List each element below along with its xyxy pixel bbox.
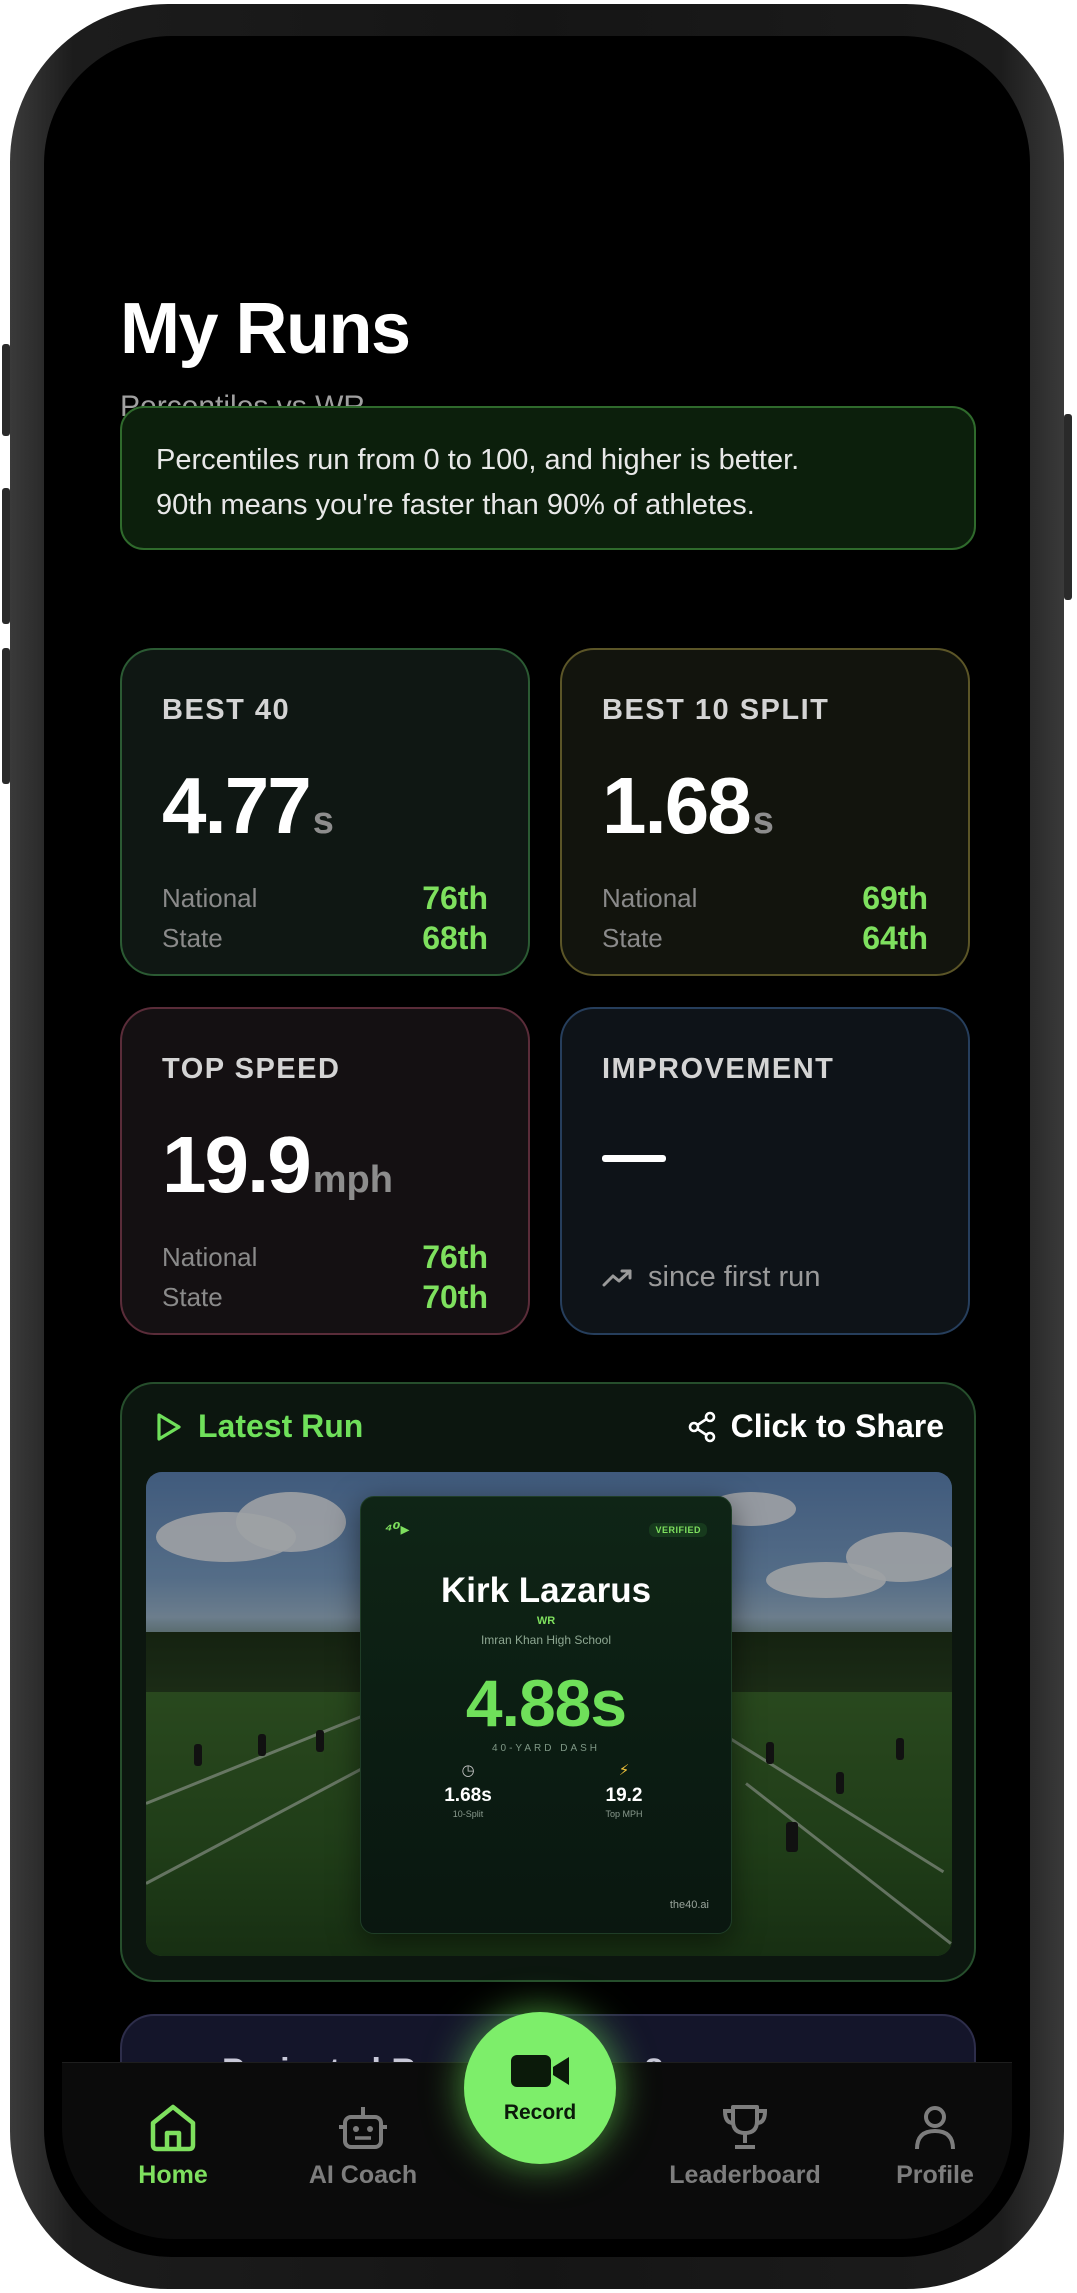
latest-run-title: Latest Run [198,1408,364,1444]
share-button[interactable]: Click to Share [687,1408,944,1445]
tab-profile[interactable]: Profile [860,2099,1010,2190]
state-label: State [162,922,223,953]
stat-value: 4.77s [162,761,334,850]
clock-icon: ◷ [461,1762,475,1779]
volume-up-button [2,488,10,624]
state-percentile: 68th [422,919,488,956]
screen: My Runs Percentiles vs WR Percentiles ru… [62,54,1012,2239]
split-stat: ◷ 1.68s 10-Split [413,1761,523,1819]
mph-value: 19.2 [605,1785,643,1806]
latest-run-card: Latest Run Click to Share ⁴⁰▸ VERIFIED K… [120,1382,976,1982]
stat-card-top-speed[interactable]: TOP SPEED 19.9mph National 76th State 70th [120,1007,530,1335]
bezel: My Runs Percentiles vs WR Percentiles ru… [44,36,1030,2257]
robot-icon [339,2107,387,2149]
info-line-1: Percentiles run from 0 to 100, and highe… [156,444,800,476]
stat-label: BEST 40 [162,694,291,726]
stat-label: IMPROVEMENT [602,1053,835,1085]
stat-card-best-10-split[interactable]: BEST 10 SPLIT 1.68s National 69th State 64… [560,648,970,976]
national-label: National [602,882,698,913]
athlete-name: Kirk Lazarus [440,1571,652,1610]
share-label: Click to Share [730,1408,944,1444]
tab-home[interactable]: Home [98,2099,248,2190]
mph-stat: ⚡ 19.2 Top MPH [569,1761,679,1819]
athlete-position: WR [536,1615,556,1627]
latest-run-thumbnail[interactable]: ⁴⁰▸ VERIFIED Kirk Lazarus WR Imran Khan … [146,1472,952,1956]
power-button [1064,414,1072,600]
stat-value: 19.9mph [162,1120,393,1209]
latest-run-header[interactable]: Latest Run [156,1408,363,1445]
split-label: 10-Split [452,1809,484,1819]
national-percentile: 76th [422,879,488,916]
empty-value-dash [602,1155,666,1162]
stat-card-best-40[interactable]: BEST 40 4.77s National 76th State 68th [120,648,530,976]
trophy-icon [722,2105,768,2149]
person-icon [915,2106,955,2150]
improvement-caption: since first run [602,1261,820,1294]
trending-up-icon [602,1269,632,1286]
stat-unit: s [752,800,774,842]
play-icon [157,1412,181,1441]
info-line-2: 90th means you're faster than 90% of ath… [156,489,755,521]
tab-leaderboard[interactable]: Leaderboard [669,2099,821,2190]
stat-unit: mph [312,1159,393,1201]
event-name: 40-YARD DASH [491,1743,601,1754]
tab-label: Leaderboard [669,2161,821,2189]
stat-label: BEST 10 SPLIT [602,694,830,726]
page-title: My Runs [120,289,411,369]
tab-ai-coach[interactable]: AI Coach [288,2099,438,2190]
stat-value: 1.68s [602,761,774,850]
phone-frame: My Runs Percentiles vs WR Percentiles ru… [2,4,1072,2289]
national-percentile: 76th [422,1238,488,1275]
state-percentile: 70th [422,1278,488,1315]
home-icon [150,2104,196,2152]
action-button [2,344,10,436]
split-value: 1.68s [444,1785,492,1806]
lightning-icon: ⚡ [618,1762,630,1779]
card-footer: the40.ai [669,1899,709,1911]
state-percentile: 64th [862,919,928,956]
stat-label: TOP SPEED [162,1053,341,1085]
share-icon [688,1411,715,1442]
run-time: 4.88s [465,1666,627,1740]
stat-unit: s [312,800,334,842]
national-percentile: 69th [862,879,928,916]
record-button[interactable]: Record [464,2012,616,2164]
state-label: State [602,922,663,953]
app-logo: ⁴⁰▸ [385,1519,410,1539]
national-label: National [162,882,258,913]
record-label: Record [503,2101,577,2124]
run-result-card: ⁴⁰▸ VERIFIED Kirk Lazarus WR Imran Khan … [360,1496,732,1934]
athlete-school: Imran Khan High School [480,1633,612,1647]
verified-badge: VERIFIED [649,1523,707,1537]
tab-label: Home [138,2161,208,2189]
video-camera-icon [511,2055,569,2087]
mph-label: Top MPH [605,1809,643,1819]
national-label: National [162,1241,258,1272]
tab-label: Profile [896,2161,974,2189]
state-label: State [162,1281,223,1312]
volume-down-button [2,648,10,784]
stat-card-improvement[interactable]: IMPROVEMENT since first run [560,1007,970,1335]
percentile-info-box: Percentiles run from 0 to 100, and highe… [120,406,976,550]
tab-label: AI Coach [308,2161,418,2189]
